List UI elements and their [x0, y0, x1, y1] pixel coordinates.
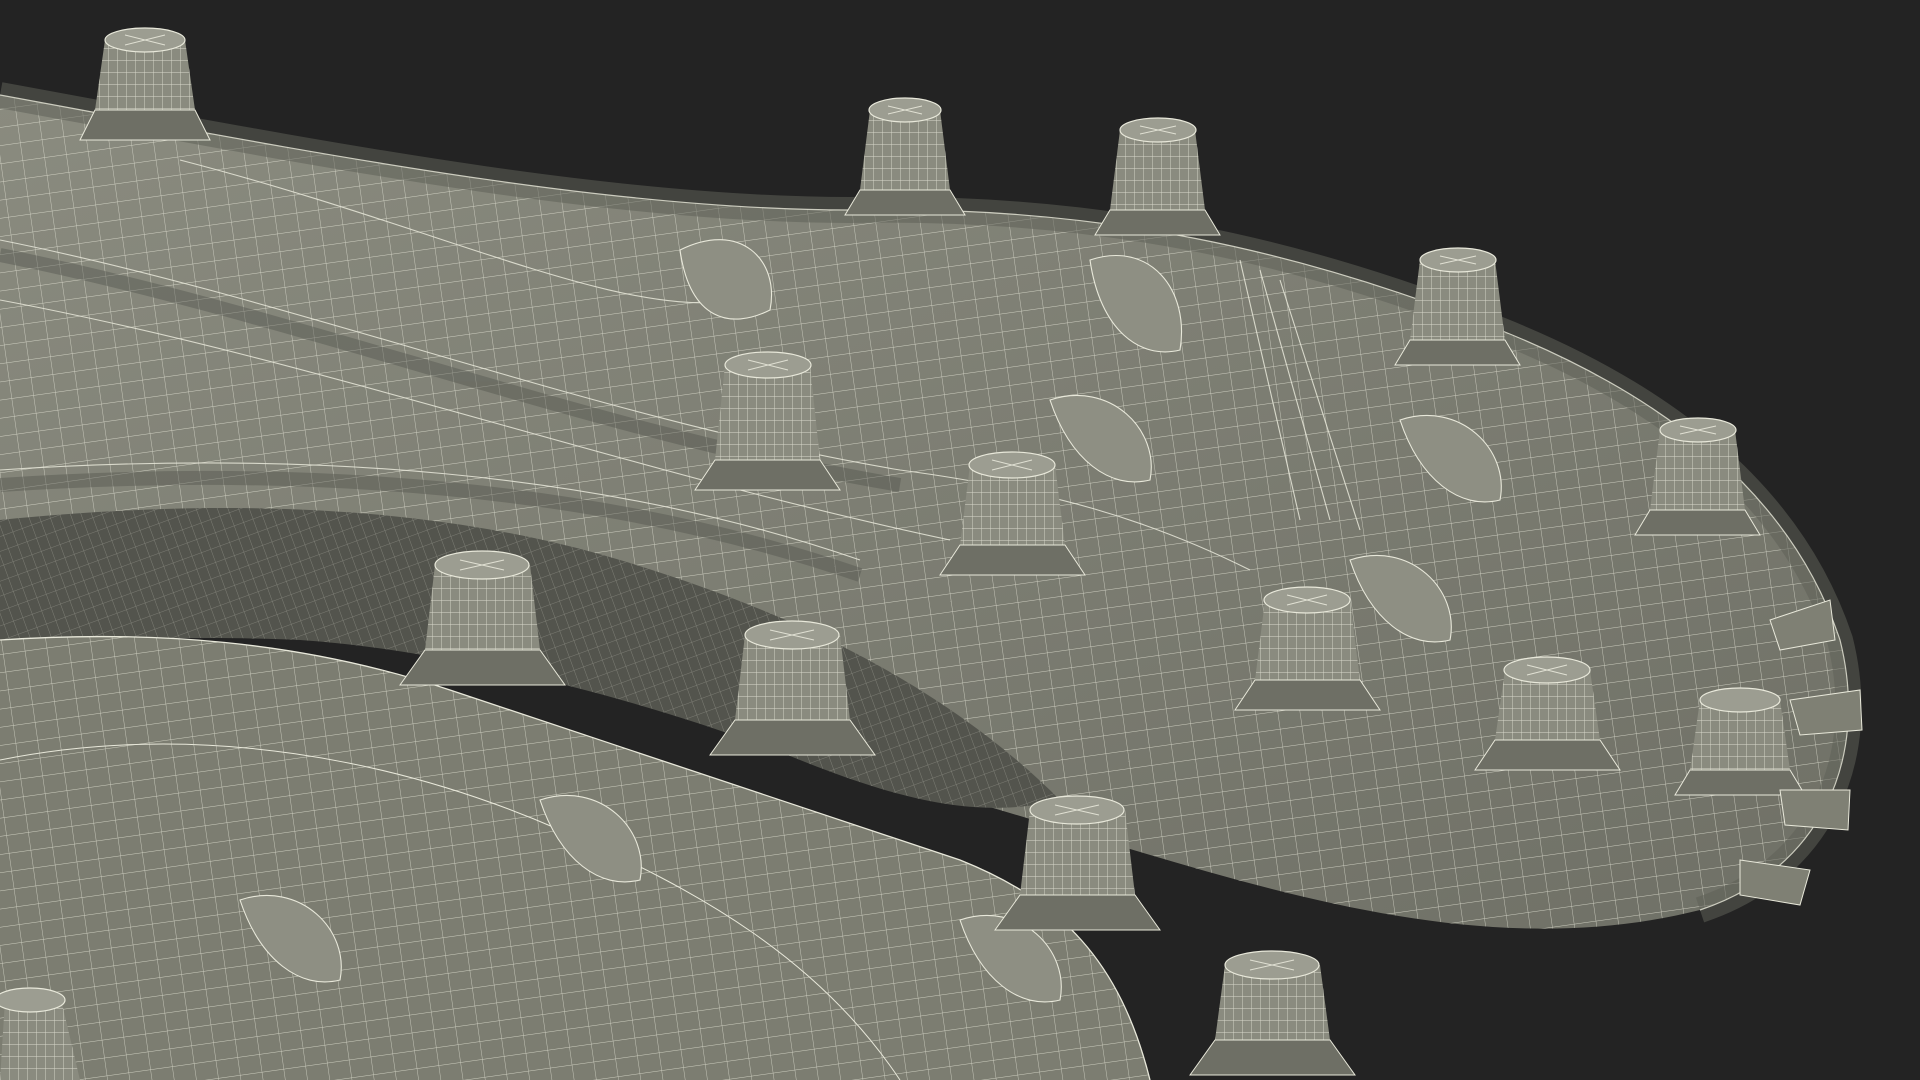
stud: [1189, 950, 1356, 1076]
stud: [79, 27, 211, 141]
wireframe-render: [0, 27, 1863, 1080]
stud: [844, 97, 966, 216]
stud: [1094, 117, 1221, 236]
viewport-3d-render: [0, 0, 1920, 1080]
